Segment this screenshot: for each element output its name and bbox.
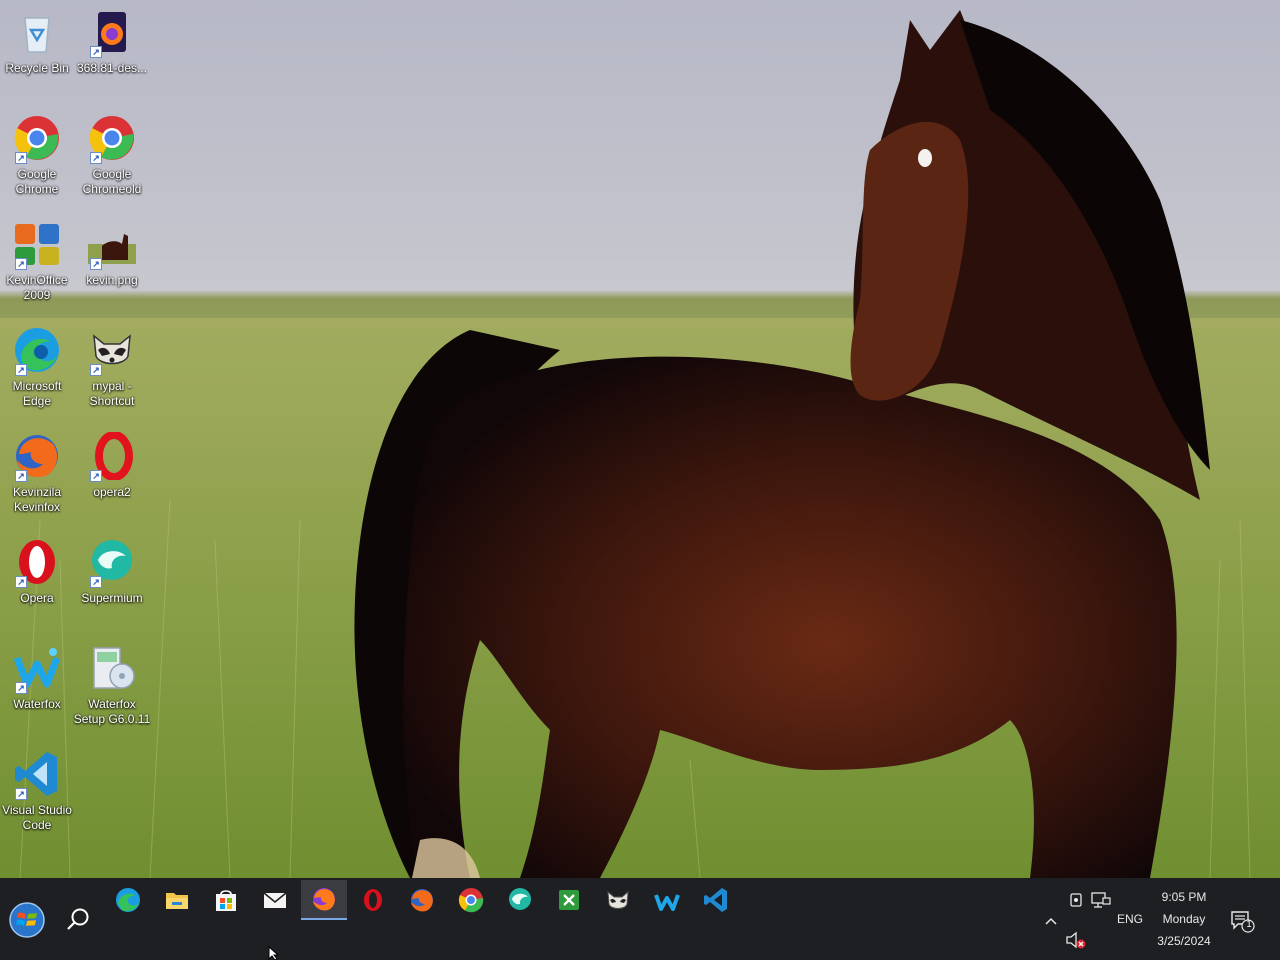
mouse-cursor-icon bbox=[268, 946, 280, 960]
waterfox-icon bbox=[654, 894, 680, 911]
supermium-icon bbox=[509, 888, 531, 910]
desktop-icon-label: Recycle Bin bbox=[5, 61, 69, 75]
taskbar-firefox[interactable] bbox=[399, 880, 445, 920]
desktop-icon-label: Waterfox Setup G6.0.11 bbox=[73, 697, 151, 726]
shortcut-arrow-icon: ↗ bbox=[15, 682, 27, 694]
desktop-icon-label: Opera bbox=[20, 591, 54, 605]
desktop-icon-label: opera2 bbox=[93, 485, 131, 499]
taskbar-supermium[interactable] bbox=[497, 880, 543, 920]
desktop-icon-google-chromeold[interactable]: ↗ Google Chromeold bbox=[75, 110, 149, 210]
desktop-icon-waterfox[interactable]: ↗ Waterfox bbox=[0, 640, 74, 740]
shortcut-arrow-icon: ↗ bbox=[15, 152, 27, 164]
windows-orb-icon bbox=[9, 902, 45, 938]
desktop-wallpaper bbox=[0, 0, 1280, 878]
search-icon bbox=[67, 908, 89, 930]
desktop-icon-kevinoffice[interactable]: ↗ KevinOffice 2009 bbox=[0, 216, 74, 316]
desktop-icon-recycle-bin[interactable]: Recycle Bin bbox=[0, 4, 74, 104]
mail-icon bbox=[263, 892, 287, 908]
taskbar-vscode[interactable] bbox=[693, 880, 739, 920]
chrome-icon bbox=[458, 888, 484, 913]
taskbar-waterfox[interactable] bbox=[644, 880, 690, 920]
desktop-icon-label: KevinOffice 2009 bbox=[6, 273, 68, 302]
spreadsheet-icon bbox=[559, 890, 579, 910]
taskbar-mail[interactable] bbox=[252, 880, 298, 920]
search-button[interactable] bbox=[56, 898, 100, 942]
taskbar: ENG 9:05 PM Monday 3/25/2024 1 bbox=[0, 878, 1280, 960]
desktop-icon-label: Waterfox bbox=[13, 697, 61, 711]
desktop-icon-label: mypal - Shortcut bbox=[89, 379, 135, 408]
installer-package-icon bbox=[93, 647, 135, 689]
desktop-icon-label: Google Chromeold bbox=[82, 167, 142, 196]
network-icon bbox=[1091, 892, 1111, 908]
tray-device-button[interactable] bbox=[1066, 890, 1086, 910]
taskbar-opera[interactable] bbox=[350, 880, 396, 920]
horse-wallpaper-image bbox=[0, 10, 1280, 878]
recycle-bin-icon bbox=[24, 17, 50, 53]
desktop-icon-label: Visual Studio Code bbox=[2, 803, 72, 832]
vscode-icon bbox=[704, 888, 727, 912]
tray-volume-button[interactable] bbox=[1064, 930, 1088, 950]
opera-icon bbox=[364, 889, 382, 911]
taskbar-store[interactable] bbox=[203, 880, 249, 920]
desktop-icon-opera[interactable]: ↗ Opera bbox=[0, 534, 74, 634]
shortcut-arrow-icon: ↗ bbox=[90, 576, 102, 588]
start-button[interactable] bbox=[4, 898, 50, 942]
shortcut-arrow-icon: ↗ bbox=[15, 470, 27, 482]
language-indicator[interactable]: ENG bbox=[1112, 912, 1148, 926]
taskbar-spreadsheet[interactable] bbox=[546, 880, 592, 920]
shortcut-arrow-icon: ↗ bbox=[15, 258, 27, 270]
desktop-icon-microsoft-edge[interactable]: ↗ Microsoft Edge bbox=[0, 322, 74, 422]
shortcut-arrow-icon: ↗ bbox=[90, 364, 102, 376]
desktop-icon-kevinzila[interactable]: ↗ Kevinzila Kevinfox bbox=[0, 428, 74, 528]
taskbar-chrome[interactable] bbox=[448, 880, 494, 920]
mypal-icon bbox=[607, 890, 629, 909]
desktop-icon-label: 368.81-des... bbox=[76, 61, 148, 75]
desktop-icon-mypal[interactable]: ↗ mypal - Shortcut bbox=[75, 322, 149, 422]
desktop-icon-label: Kevinzila Kevinfox bbox=[12, 485, 62, 514]
desktop-icon-opera2[interactable]: ↗ opera2 bbox=[75, 428, 149, 528]
shortcut-arrow-icon: ↗ bbox=[90, 46, 102, 58]
taskbar-firefox-active[interactable] bbox=[301, 880, 347, 920]
desktop-icon-label: Microsoft Edge bbox=[12, 379, 62, 408]
desktop-icon-waterfox-setup[interactable]: Waterfox Setup G6.0.11 bbox=[73, 640, 151, 740]
desktop-icon-vscode[interactable]: ↗ Visual Studio Code bbox=[0, 746, 74, 846]
edge-icon bbox=[116, 888, 140, 912]
shortcut-arrow-icon: ↗ bbox=[90, 470, 102, 482]
shortcut-arrow-icon: ↗ bbox=[90, 258, 102, 270]
desktop-icon-kevin-png[interactable]: ↗ kevin.png bbox=[75, 216, 149, 316]
desktop-icon-label: kevin.png bbox=[86, 273, 138, 287]
clock-day: Monday bbox=[1162, 912, 1206, 926]
chevron-up-icon bbox=[1045, 917, 1057, 925]
desktop-icon-supermium[interactable]: ↗ Supermium bbox=[75, 534, 149, 634]
tray-network-button[interactable] bbox=[1090, 890, 1112, 910]
volume-muted-icon bbox=[1066, 931, 1086, 949]
shortcut-arrow-icon: ↗ bbox=[90, 152, 102, 164]
clock-date: 3/25/2024 bbox=[1157, 934, 1211, 948]
taskbar-edge[interactable] bbox=[105, 880, 151, 920]
clock-button[interactable]: 9:05 PM Monday 3/25/2024 bbox=[1148, 888, 1220, 956]
taskbar-file-explorer[interactable] bbox=[154, 880, 200, 920]
shortcut-arrow-icon: ↗ bbox=[15, 364, 27, 376]
action-center-button[interactable]: 1 bbox=[1228, 908, 1256, 934]
desktop-icon-firefox-installer[interactable]: ↗ 368.81-des... bbox=[75, 4, 149, 104]
desktop-icon-label: Supermium bbox=[81, 591, 143, 605]
firefox-icon bbox=[411, 889, 433, 912]
taskbar-mypal[interactable] bbox=[595, 880, 641, 920]
firefox-icon bbox=[313, 888, 335, 911]
desktop-icon-google-chrome[interactable]: ↗ Google Chrome bbox=[0, 110, 74, 210]
store-icon bbox=[216, 890, 236, 911]
shortcut-arrow-icon: ↗ bbox=[15, 576, 27, 588]
desktop-icon-label: Google Chrome bbox=[15, 167, 59, 196]
tray-overflow-button[interactable] bbox=[1040, 910, 1062, 932]
notification-count: 1 bbox=[1246, 919, 1252, 929]
file-explorer-icon bbox=[166, 893, 188, 909]
clock-time: 9:05 PM bbox=[1161, 890, 1207, 904]
device-icon bbox=[1070, 893, 1082, 907]
shortcut-arrow-icon: ↗ bbox=[15, 788, 27, 800]
